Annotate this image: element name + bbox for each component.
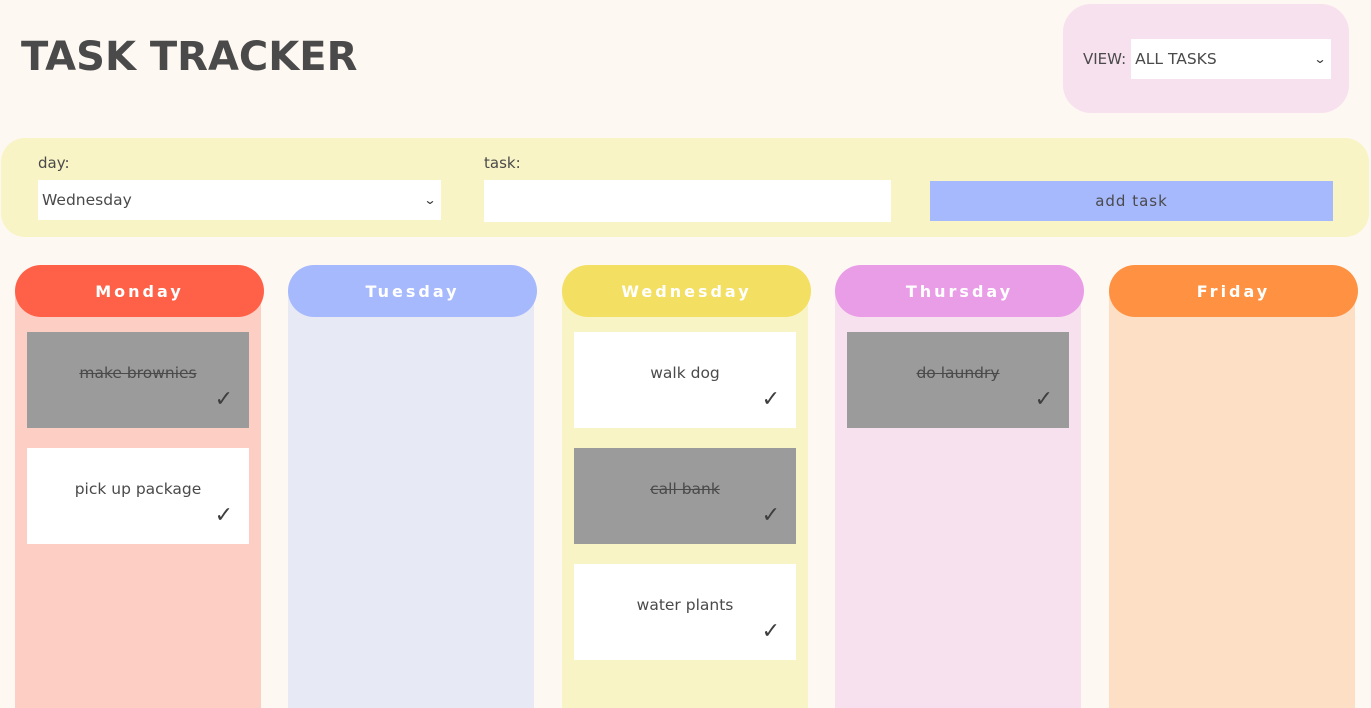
view-select-value: ALL TASKS <box>1135 49 1217 68</box>
column-header: Wednesday <box>562 265 811 317</box>
task-text: call bank <box>650 480 720 498</box>
column-body <box>288 291 534 708</box>
day-column-thursday: Thursday do laundry ✓ <box>835 265 1084 708</box>
chevron-down-icon: ⌄ <box>423 193 437 207</box>
add-task-button[interactable]: add task <box>930 181 1333 221</box>
column-header: Thursday <box>835 265 1084 317</box>
day-column-friday: Friday <box>1109 265 1358 708</box>
checkmark-icon[interactable]: ✓ <box>762 387 780 412</box>
view-filter-panel: VIEW: ALL TASKS ⌄ <box>1063 4 1349 113</box>
day-column-tuesday: Tuesday <box>288 265 537 708</box>
day-column-wednesday: Wednesday walk dog ✓ call bank ✓ water plants… <box>562 265 811 708</box>
chevron-down-icon: ⌄ <box>1313 51 1327 66</box>
column-header: Monday <box>15 265 264 317</box>
task-card[interactable]: do laundry ✓ <box>847 332 1069 428</box>
checkmark-icon[interactable]: ✓ <box>1035 387 1053 412</box>
day-select-value: Wednesday <box>42 191 132 209</box>
day-column-monday: Monday make brownies ✓ pick up package ✓ <box>15 265 264 708</box>
task-card[interactable]: pick up package ✓ <box>27 448 249 544</box>
checkmark-icon[interactable]: ✓ <box>215 503 233 528</box>
add-task-form: day: Wednesday ⌄ task: add task <box>1 138 1369 237</box>
task-label: task: <box>484 154 521 172</box>
task-text: water plants <box>636 596 734 614</box>
checkmark-icon[interactable]: ✓ <box>215 387 233 412</box>
day-label: day: <box>38 154 70 172</box>
task-text: walk dog <box>650 364 720 382</box>
page-title: TASK TRACKER <box>21 34 358 80</box>
task-text: pick up package <box>74 480 202 498</box>
column-header: Tuesday <box>288 265 537 317</box>
task-card[interactable]: call bank ✓ <box>574 448 796 544</box>
column-header: Friday <box>1109 265 1358 317</box>
task-card[interactable]: walk dog ✓ <box>574 332 796 428</box>
checkmark-icon[interactable]: ✓ <box>762 503 780 528</box>
task-card[interactable]: water plants ✓ <box>574 564 796 660</box>
view-select[interactable]: ALL TASKS ⌄ <box>1131 38 1332 79</box>
column-body <box>1109 291 1355 708</box>
task-input[interactable] <box>484 180 891 222</box>
day-select[interactable]: Wednesday ⌄ <box>38 180 441 220</box>
view-label: VIEW: <box>1083 49 1127 68</box>
task-text: do laundry <box>916 364 1000 382</box>
task-text: make brownies <box>79 364 197 382</box>
task-card[interactable]: make brownies ✓ <box>27 332 249 428</box>
checkmark-icon[interactable]: ✓ <box>762 619 780 644</box>
